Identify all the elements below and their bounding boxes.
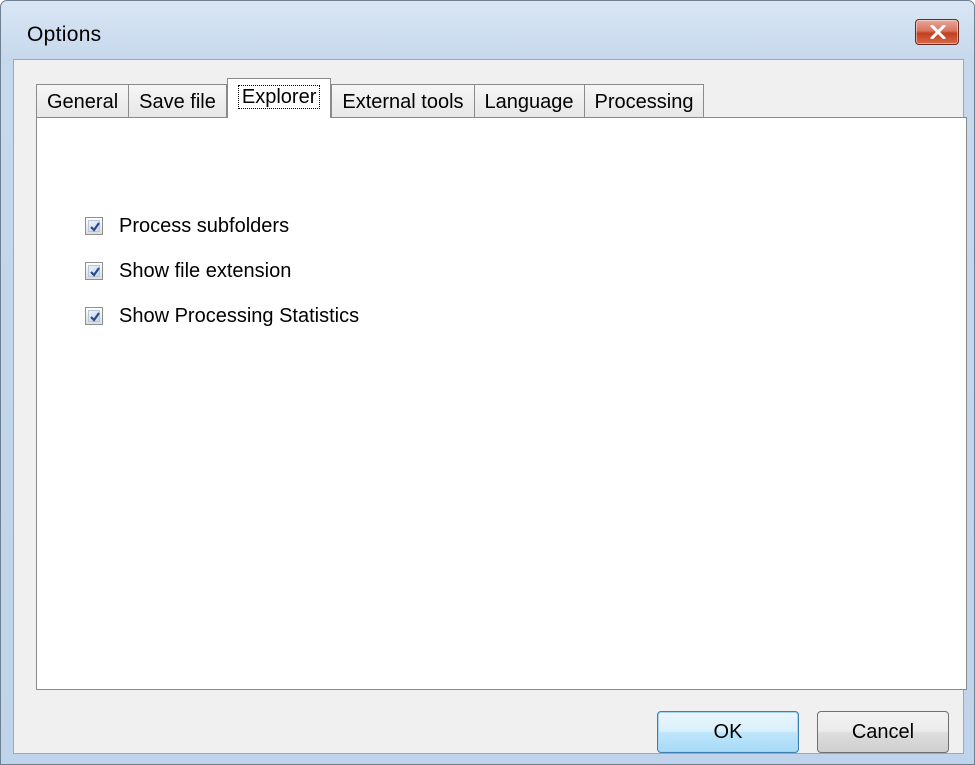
dialog-client-area: General Save file Explorer External tool… (13, 59, 967, 754)
tab-general[interactable]: General (36, 84, 130, 118)
option-process-subfolders[interactable]: Process subfolders (85, 212, 289, 240)
tab-save-file-label: Save file (139, 91, 216, 113)
option-show-file-extension[interactable]: Show file extension (85, 257, 291, 285)
window-title: Options (27, 23, 102, 46)
title-bar[interactable]: Options (1, 1, 974, 59)
checkmark-icon (90, 267, 100, 277)
show-file-extension-checkbox[interactable] (85, 262, 103, 280)
tab-language[interactable]: Language (473, 84, 585, 118)
tab-processing-label: Processing (594, 91, 694, 113)
tab-external-tools[interactable]: External tools (331, 84, 475, 118)
close-button[interactable] (915, 19, 959, 45)
show-processing-statistics-checkbox[interactable] (85, 307, 103, 325)
tab-strip: General Save file Explorer External tool… (36, 78, 705, 118)
options-dialog: Options General Save file Explorer Exter… (0, 0, 975, 765)
tab-language-label: Language (484, 91, 574, 113)
process-subfolders-checkbox[interactable] (85, 217, 103, 235)
tab-explorer-label: Explorer (237, 85, 321, 109)
tab-general-label: General (47, 91, 119, 113)
show-processing-statistics-label: Show Processing Statistics (119, 304, 360, 327)
ok-button[interactable]: OK (657, 711, 799, 753)
checkmark-icon (90, 222, 100, 232)
tab-external-tools-label: External tools (342, 91, 464, 113)
process-subfolders-label: Process subfolders (119, 214, 290, 237)
checkmark-icon (90, 312, 100, 322)
tab-explorer[interactable]: Explorer (226, 78, 332, 118)
close-icon (930, 25, 946, 39)
tab-save-file[interactable]: Save file (128, 84, 227, 118)
tab-processing[interactable]: Processing (583, 84, 705, 118)
cancel-button[interactable]: Cancel (817, 711, 949, 753)
show-file-extension-label: Show file extension (119, 259, 292, 282)
option-show-processing-statistics[interactable]: Show Processing Statistics (85, 302, 359, 330)
explorer-tab-panel: Process subfolders Show file extension S… (36, 117, 967, 690)
